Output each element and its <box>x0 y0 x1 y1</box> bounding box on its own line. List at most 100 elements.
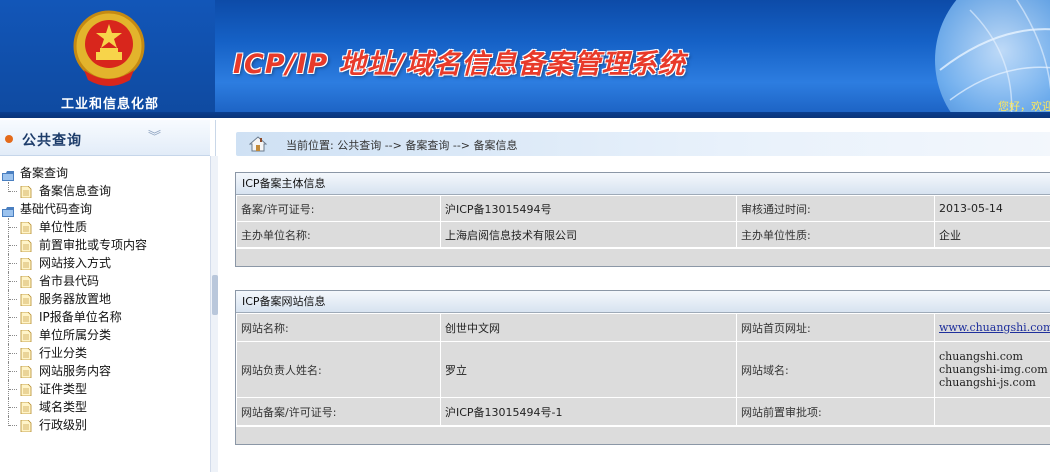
tree-branch-line <box>8 218 18 236</box>
tree-branch-line <box>8 416 18 426</box>
tree-item-label: 网站服务内容 <box>39 364 112 378</box>
icp-subject-info-table: 备案/许可证号: 沪ICP备13015494号 审核通过时间: 2013-05-… <box>236 195 1050 248</box>
panel-footer <box>236 248 1050 266</box>
document-icon <box>20 329 32 343</box>
tree-item[interactable]: 行政级别 <box>0 416 210 434</box>
table-row: 网站负责人姓名: 罗立 网站域名: chuangshi.com chuangsh… <box>236 341 1050 398</box>
site-license-value: 沪ICP备13015494号-1 <box>440 397 737 426</box>
table-row: 网站备案/许可证号: 沪ICP备13015494号-1 网站前置审批项: <box>236 397 1050 426</box>
tree-branch-line <box>8 326 18 344</box>
tree-item[interactable]: 备案信息查询 <box>0 182 210 200</box>
breadcrumb: 当前位置: 公共查询 --> 备案查询 --> 备案信息 <box>236 132 1050 156</box>
sidebar-splitter-handle[interactable] <box>212 275 218 315</box>
tree-branch-line <box>8 254 18 272</box>
tree-branch-line <box>8 272 18 290</box>
document-icon <box>20 419 32 433</box>
sidebar-title: 公共查询 <box>22 133 82 149</box>
ministry-name: 工业和信息化部 <box>60 97 159 112</box>
tree-item[interactable]: 证件类型 <box>0 380 210 398</box>
table-row: 备案/许可证号: 沪ICP备13015494号 审核通过时间: 2013-05-… <box>236 195 1050 222</box>
tree-branch-line <box>8 398 18 416</box>
tree-item[interactable]: 前置审批或专项内容 <box>0 236 210 254</box>
owner-label: 网站负责人姓名: <box>236 341 441 398</box>
document-icon <box>20 383 32 397</box>
pre-approval-value <box>934 397 1050 426</box>
main-content: 当前位置: 公共查询 --> 备案查询 --> 备案信息 ICP备案主体信息 备… <box>220 120 1050 472</box>
national-emblem-icon <box>73 10 145 86</box>
tree-item-label: 前置审批或专项内容 <box>39 238 148 252</box>
icp-subject-info-panel: ICP备案主体信息 备案/许可证号: 沪ICP备13015494号 审核通过时间… <box>235 172 1050 267</box>
tree-item[interactable]: 行业分类 <box>0 344 210 362</box>
icp-site-info-table: 网站名称: 创世中文网 网站首页网址: www.chuangshi.com 网站… <box>236 313 1050 426</box>
document-icon <box>20 401 32 415</box>
tree-group-label: 基础代码查询 <box>20 202 93 216</box>
tree-item-label: 证件类型 <box>39 382 88 396</box>
breadcrumb-text: 当前位置: 公共查询 --> 备案查询 --> 备案信息 <box>286 139 518 152</box>
homepage-link[interactable]: www.chuangshi.com <box>939 321 1050 334</box>
tree-branch-line <box>8 344 18 362</box>
tree-branch-line <box>8 182 18 192</box>
tree-item-label: IP报备单位名称 <box>39 310 122 324</box>
domain-item: chuangshi.com <box>939 350 1023 363</box>
tree-item-label: 备案信息查询 <box>39 184 112 198</box>
tree-item-label: 省市县代码 <box>39 274 100 288</box>
document-icon <box>20 239 32 253</box>
document-icon <box>20 257 32 271</box>
folder-group-icon <box>2 168 14 181</box>
approved-time-label: 审核通过时间: <box>736 195 935 222</box>
panel-title: ICP备案网站信息 <box>236 291 1050 313</box>
tree-item[interactable]: 单位所属分类 <box>0 326 210 344</box>
tree-branch-line <box>8 362 18 380</box>
tree-branch-line <box>8 236 18 254</box>
org-type-label: 主办单位性质: <box>736 221 935 248</box>
tree-item-label: 域名类型 <box>39 400 88 414</box>
tree-item-label: 行业分类 <box>39 346 88 360</box>
folder-group-icon <box>2 204 14 217</box>
site-name-value: 创世中文网 <box>440 313 737 342</box>
document-icon <box>20 293 32 307</box>
icp-site-info-panel: ICP备案网站信息 网站名称: 创世中文网 网站首页网址: www.chuang… <box>235 290 1050 445</box>
pre-approval-label: 网站前置审批项: <box>736 397 935 426</box>
domain-label: 网站域名: <box>736 341 935 398</box>
chevron-double-down-icon[interactable]: ︾ <box>148 126 161 145</box>
homepage-cell: www.chuangshi.com <box>934 313 1050 342</box>
domain-item: chuangshi-js.com <box>939 376 1036 389</box>
table-row: 网站名称: 创世中文网 网站首页网址: www.chuangshi.com <box>236 313 1050 342</box>
document-icon <box>20 365 32 379</box>
approved-time-value: 2013-05-14 <box>934 195 1050 222</box>
tree-item[interactable]: 域名类型 <box>0 398 210 416</box>
tree-item[interactable]: IP报备单位名称 <box>0 308 210 326</box>
sidebar: 公共查询 ︾ 备案查询备案信息查询基础代码查询单位性质前置审批或专项内容网站接入… <box>0 120 218 472</box>
tree-branch-line <box>8 308 18 326</box>
panel-footer <box>236 426 1050 444</box>
tree-item[interactable]: 网站服务内容 <box>0 362 210 380</box>
license-value: 沪ICP备13015494号 <box>440 195 737 222</box>
tree-group[interactable]: 基础代码查询 <box>0 200 210 218</box>
tree-item-label: 单位性质 <box>39 220 88 234</box>
tree-item-label: 行政级别 <box>39 418 88 432</box>
table-row: 主办单位名称: 上海启阅信息技术有限公司 主办单位性质: 企业 <box>236 221 1050 248</box>
sidebar-header[interactable]: 公共查询 ︾ <box>0 120 210 156</box>
license-label: 备案/许可证号: <box>236 195 441 222</box>
document-icon <box>20 311 32 325</box>
document-icon <box>20 275 32 289</box>
header-bottom-band <box>0 112 1050 118</box>
homepage-label: 网站首页网址: <box>736 313 935 342</box>
org-type-value: 企业 <box>934 221 1050 248</box>
domain-list: chuangshi.com chuangshi-img.com chuangsh… <box>934 341 1050 398</box>
tree-item[interactable]: 省市县代码 <box>0 272 210 290</box>
tree-item[interactable]: 服务器放置地 <box>0 290 210 308</box>
tree-item[interactable]: 网站接入方式 <box>0 254 210 272</box>
tree-branch-line <box>8 290 18 308</box>
panel-title: ICP备案主体信息 <box>236 173 1050 195</box>
tree-branch-line <box>8 380 18 398</box>
domain-item: chuangshi-img.com <box>939 363 1048 376</box>
page-header: 工业和信息化部 ICP/IP 地址/域名信息备案管理系统 您好，欢迎 <box>0 0 1050 118</box>
system-title: ICP/IP 地址/域名信息备案管理系统 <box>233 49 686 80</box>
tree-group[interactable]: 备案查询 <box>0 164 210 182</box>
tree-item[interactable]: 单位性质 <box>0 218 210 236</box>
home-icon[interactable] <box>249 135 267 153</box>
site-name-label: 网站名称: <box>236 313 441 342</box>
nav-tree: 备案查询备案信息查询基础代码查询单位性质前置审批或专项内容网站接入方式省市县代码… <box>0 164 210 434</box>
org-name-value: 上海启阅信息技术有限公司 <box>440 221 737 248</box>
